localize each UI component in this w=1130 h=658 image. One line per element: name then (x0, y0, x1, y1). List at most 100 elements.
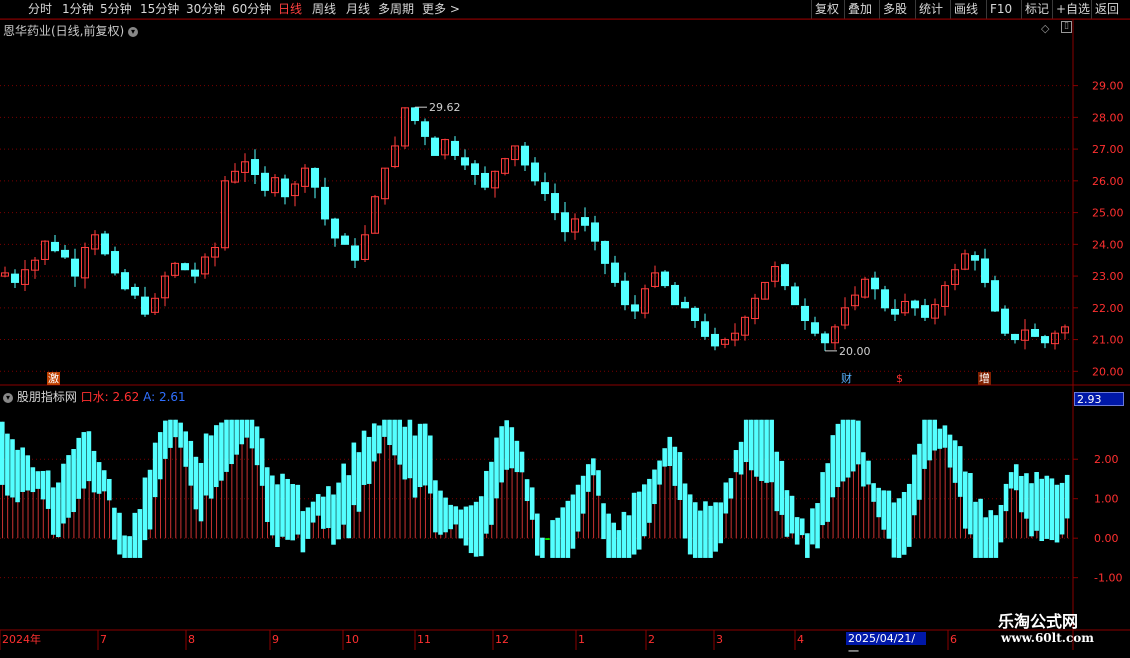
candle (241, 153, 249, 182)
indicator-a-bar (901, 492, 907, 555)
indicator-a-bar (881, 490, 887, 530)
indicator-a-bar (407, 419, 413, 479)
candle-body (51, 241, 59, 252)
candle-body (991, 280, 999, 312)
candle (181, 262, 189, 271)
indicator-a-bar (692, 502, 698, 558)
high-marker-label: 29.62 (429, 101, 461, 114)
indicator-a-bar (1003, 483, 1009, 512)
indicator-a-bar (535, 513, 540, 556)
indicator-a-bar (0, 421, 5, 485)
event-tag-ji[interactable]: 激 (47, 372, 60, 385)
indicator-a-bar (560, 507, 566, 558)
candle-body (311, 167, 319, 188)
indicator-a-bar (366, 436, 372, 484)
candle-body (891, 308, 899, 315)
indicator-a-bar (122, 535, 127, 558)
chevron-down-icon[interactable]: ▾ (3, 392, 13, 403)
indicator-a-bar (575, 484, 581, 532)
candle (931, 298, 939, 325)
candle-body (681, 301, 689, 309)
indicator-a-bar (137, 509, 143, 558)
indicator-a-bar (310, 501, 316, 523)
indicator-a-bar (392, 419, 397, 456)
candle (611, 255, 619, 287)
candle (21, 259, 29, 291)
candle-body (701, 321, 709, 337)
indicator-a-bar (224, 419, 229, 472)
candle (851, 286, 859, 311)
indicator-a-bar (1039, 478, 1045, 542)
candle (51, 234, 59, 253)
candle-body (431, 137, 439, 156)
candle (301, 164, 309, 193)
candle (981, 248, 989, 288)
candle-body (1041, 336, 1049, 344)
candle-body (521, 145, 529, 166)
candle (361, 225, 369, 262)
indicator-a-bar (850, 419, 856, 472)
indicator-a-bar (25, 455, 31, 491)
candle (171, 261, 179, 278)
event-tag-dollar[interactable]: $ (895, 372, 904, 385)
indicator-a-bar (718, 502, 724, 544)
indicator-a-bar (300, 511, 306, 553)
candle-body (131, 286, 139, 296)
indicator-a-bar (993, 515, 999, 558)
candle-body (531, 162, 539, 182)
candle (581, 207, 589, 232)
candle (191, 262, 199, 284)
event-tag-cai[interactable]: 财 (840, 372, 853, 385)
indicator-a-bar (35, 471, 41, 489)
indicator-a-bar (214, 425, 219, 488)
indicator-a-bar (249, 419, 255, 449)
candle (1021, 319, 1029, 350)
candle-body (71, 258, 79, 277)
candle (921, 298, 929, 322)
x-tick-label-1: 7 (100, 633, 107, 646)
indicator-a-bar (636, 491, 642, 550)
candle (541, 172, 549, 201)
candle (91, 230, 99, 256)
indicator-a-bar (264, 467, 270, 522)
candle-body (621, 280, 629, 306)
indicator-a-bar (973, 501, 978, 558)
candle (451, 136, 459, 161)
candle-body (101, 233, 109, 255)
x-tick-label-2: 8 (188, 633, 195, 646)
indicator-a-bar (626, 515, 632, 558)
candle (961, 249, 969, 271)
candle-body (711, 333, 719, 347)
indicator-a-bar (917, 443, 922, 500)
price-tick-label-2: 27.00 (1092, 143, 1124, 156)
indicator-a-bar (733, 450, 739, 473)
event-tag-zeng[interactable]: 增 (978, 372, 991, 385)
indicator-a-bar (963, 471, 968, 529)
indicator-a-bar (906, 483, 912, 547)
indicator-a-bar (927, 419, 932, 461)
candle (341, 233, 349, 245)
indicator-a-bar (840, 419, 846, 482)
candle-body (661, 271, 669, 287)
candle-body (251, 159, 259, 175)
indicator-a-bar (601, 503, 606, 540)
indicator-a-bar (468, 505, 474, 554)
price-tick-label-8: 21.00 (1092, 334, 1124, 347)
indicator-a-bar (341, 463, 346, 525)
indicator-a-bar (96, 462, 102, 494)
indicator-a-bar (458, 509, 464, 539)
candle (691, 306, 699, 328)
indicator-a-bar (448, 504, 453, 530)
indicator-a-bar (789, 495, 795, 534)
indicator-a-bar (417, 423, 423, 488)
price-tick-label-3: 26.00 (1092, 175, 1124, 188)
indicator-a-bar (494, 437, 499, 499)
indicator-a-bar (794, 517, 800, 545)
candle (121, 269, 129, 291)
x-tick-label-0: 2024年 (2, 632, 41, 646)
indicator-a-bar (387, 419, 392, 446)
indicator-a-bar (1064, 474, 1070, 519)
x-tick-label-7: 1 (578, 633, 585, 646)
indicator-a-bar (738, 441, 744, 475)
indicator-a-bar (443, 497, 448, 533)
